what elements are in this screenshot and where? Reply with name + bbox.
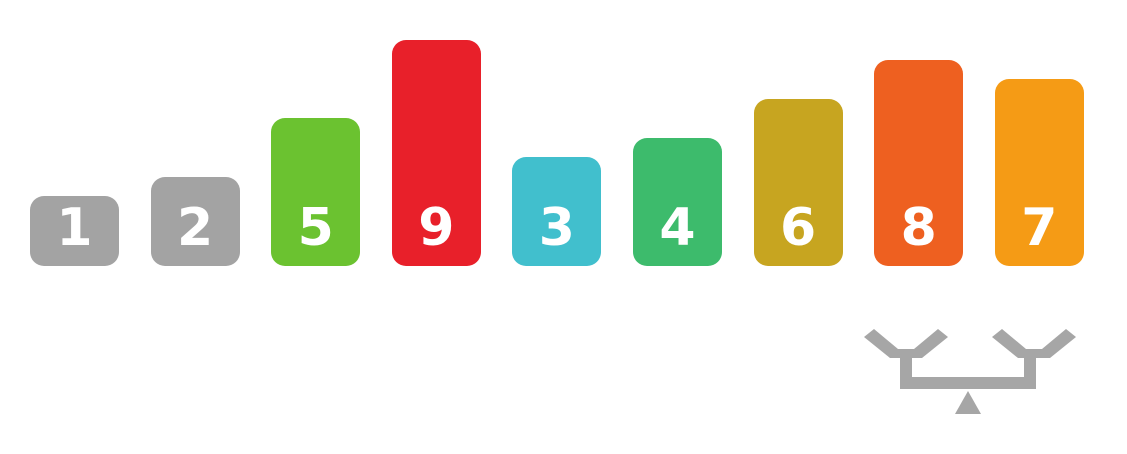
balance-scale-icon <box>864 329 1076 414</box>
bar-6: 6 <box>753 98 843 266</box>
bar-1: 1 <box>30 196 119 266</box>
bar-label: 6 <box>780 198 817 258</box>
bar-8: 8 <box>874 59 964 266</box>
bar-label: 7 <box>1021 198 1058 258</box>
bar-label: 2 <box>177 198 214 258</box>
bar-label: 8 <box>900 198 937 258</box>
fulcrum-shape <box>955 391 981 414</box>
bar-3: 3 <box>512 157 602 266</box>
right-pan-shape <box>992 329 1076 358</box>
sort-diagram: 1 2 5 9 3 4 6 8 7 <box>0 0 1127 454</box>
beam-shape <box>900 377 1036 389</box>
bar-9: 9 <box>391 40 481 266</box>
bar-label: 4 <box>659 198 696 258</box>
bar-7: 7 <box>994 79 1084 266</box>
bar-label: 5 <box>297 198 334 258</box>
bar-4: 4 <box>633 137 722 266</box>
bar-label: 1 <box>56 198 93 258</box>
bar-label: 9 <box>418 198 455 258</box>
bar-2: 2 <box>150 176 240 266</box>
bar-label: 3 <box>538 198 575 258</box>
left-pan-shape <box>864 329 948 358</box>
bar-5: 5 <box>271 118 361 266</box>
